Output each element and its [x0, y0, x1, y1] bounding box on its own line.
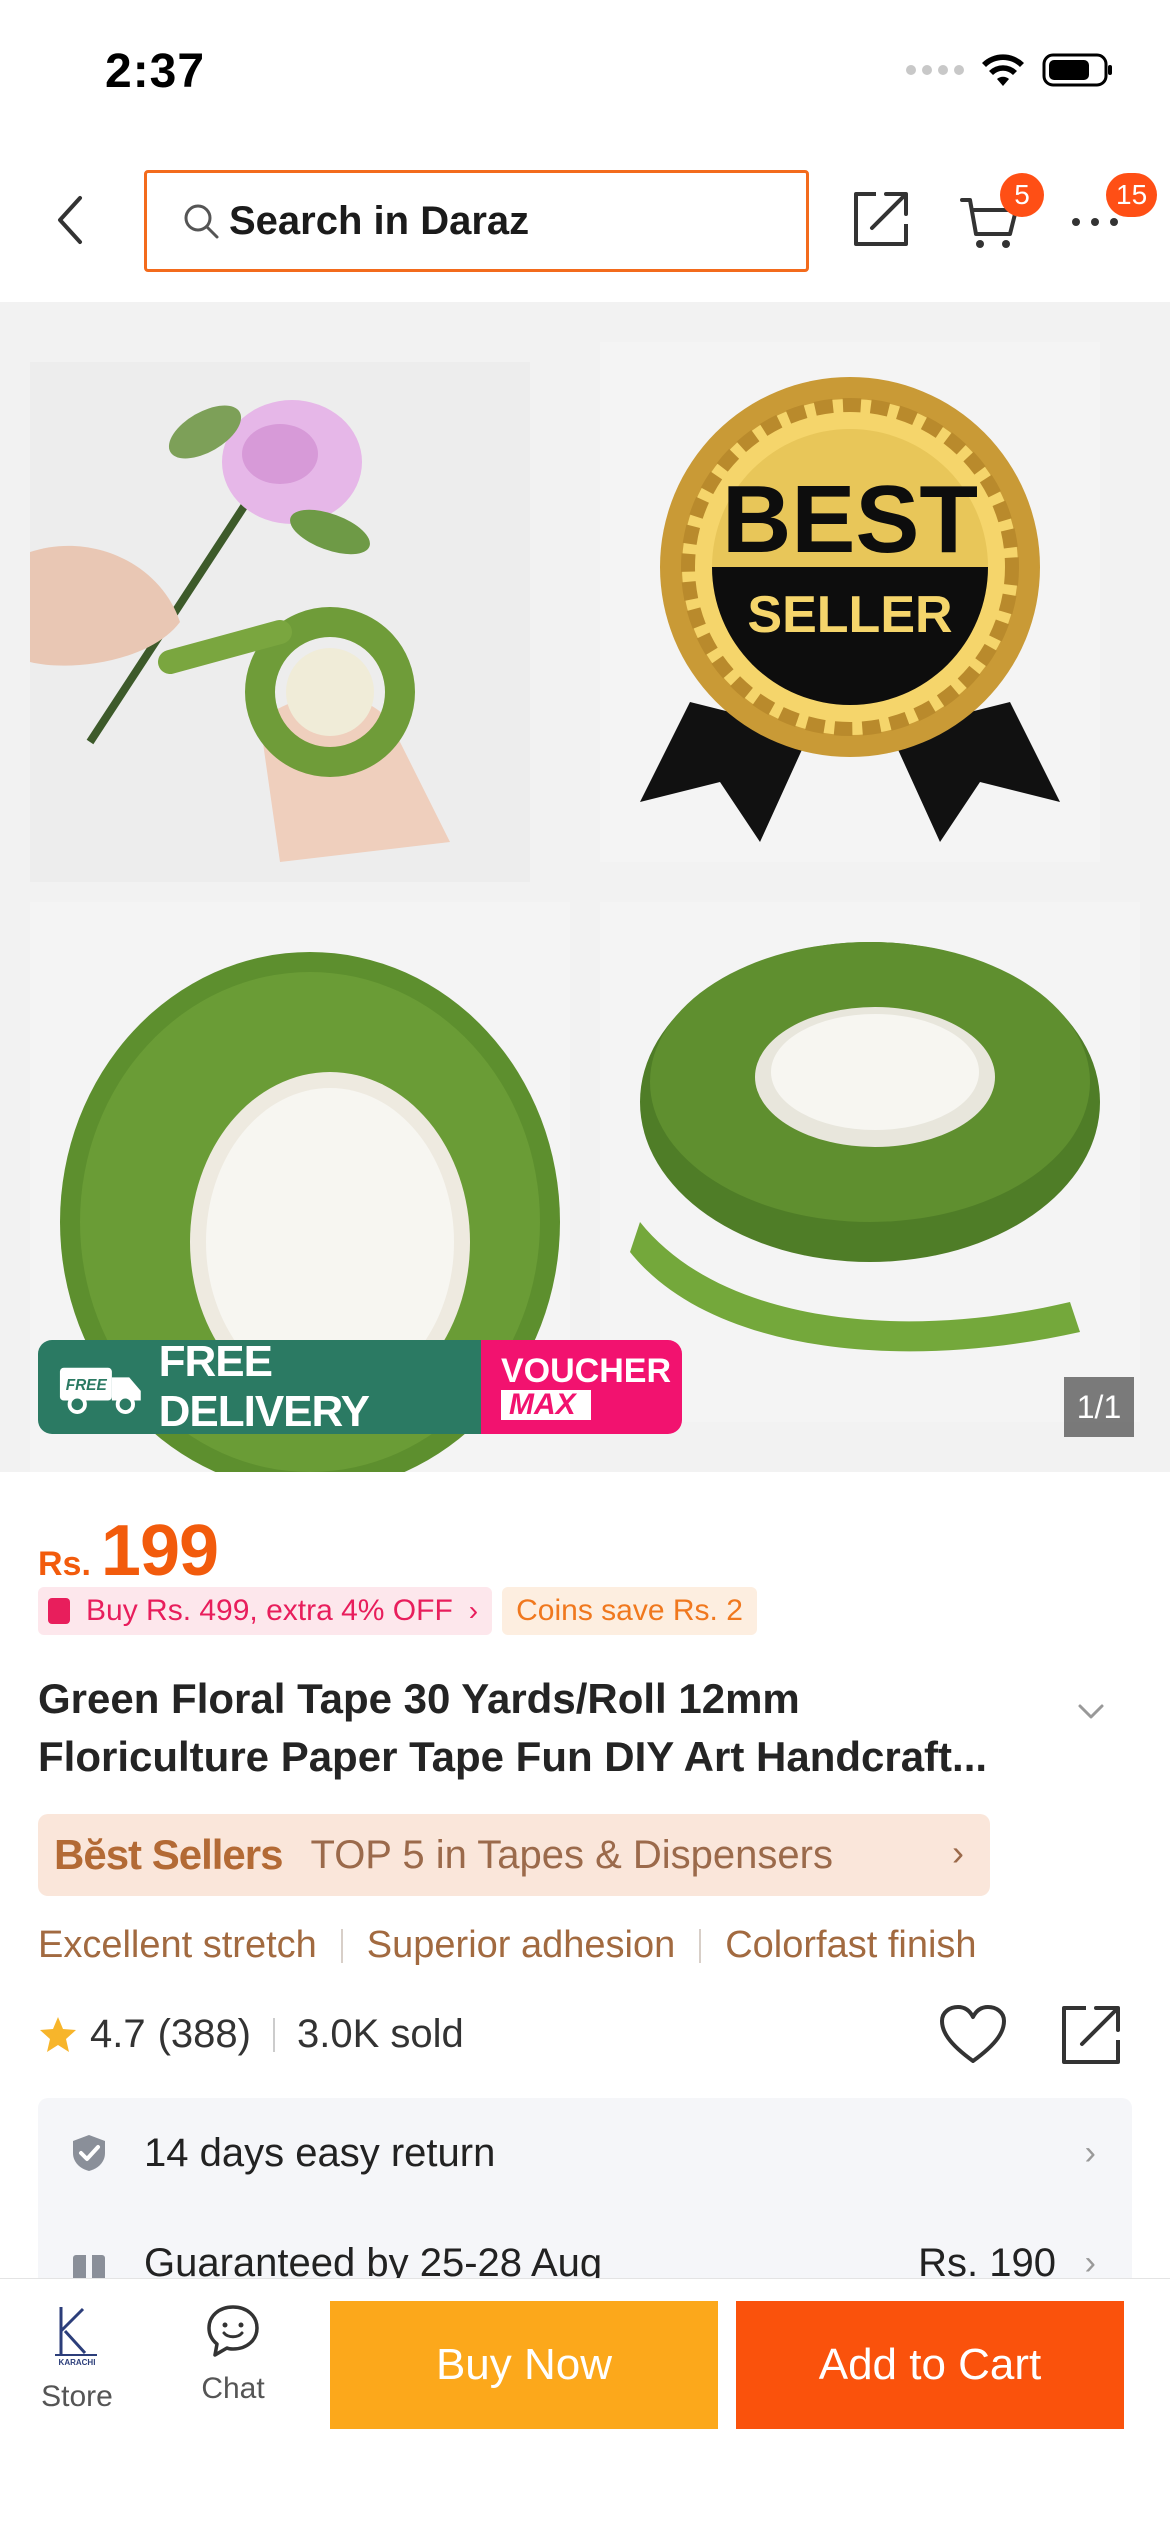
- divider: [340, 1928, 343, 1963]
- status-time: 2:37: [105, 45, 206, 98]
- more-icon[interactable]: [1070, 212, 1120, 232]
- feature-item: Excellent stretch: [38, 1924, 317, 1966]
- top-nav: Search in Daraz 5 15: [0, 150, 1170, 300]
- share-icon[interactable]: [850, 188, 912, 250]
- coins-save-text: Coins save Rs. 2: [516, 1594, 743, 1627]
- buy-now-button[interactable]: Buy Now: [330, 2301, 718, 2429]
- chevron-right-icon: ›: [1084, 2243, 1096, 2282]
- search-placeholder: Search in Daraz: [229, 198, 530, 243]
- store-logo-text: KARACHI: [59, 2358, 96, 2367]
- store-logo-icon: KARACHI: [55, 2307, 97, 2367]
- battery-icon: [1042, 53, 1112, 87]
- voucher-icon: [48, 1598, 70, 1624]
- signal-icon: [906, 65, 964, 75]
- price-value: 199: [100, 1511, 219, 1591]
- easy-return-row[interactable]: 14 days easy return ›: [38, 2098, 1132, 2208]
- notifications-badge: 15: [1106, 173, 1158, 217]
- chat-button[interactable]: Chat: [193, 2303, 273, 2406]
- price: Rs. 199: [38, 1510, 219, 1592]
- sold-count: 3.0K sold: [297, 2012, 464, 2056]
- best-sellers-rank-text: TOP 5 in Tapes & Dispensers: [310, 1832, 833, 1877]
- best-sellers-badge: Bĕst Sellers: [54, 1831, 283, 1878]
- status-icons: [906, 52, 1114, 88]
- chevron-right-icon: ›: [1084, 2133, 1096, 2172]
- voucher-max-label: VOUCHER MAX: [481, 1340, 682, 1434]
- feature-item: Superior adhesion: [366, 1924, 676, 1966]
- best-seller-badge-image: BEST SELLER: [600, 342, 1100, 862]
- extra-off-tag[interactable]: Buy Rs. 499, extra 4% OFF ›: [38, 1587, 493, 1635]
- free-delivery-text: FREE DELIVERY: [158, 1340, 370, 1434]
- feature-highlights: Excellent stretch Superior adhesion Colo…: [38, 1924, 977, 1967]
- image-counter: 1/1: [1064, 1377, 1134, 1437]
- store-label: Store: [41, 2380, 113, 2413]
- product-title-line-1: Green Floral Tape 30 Yards/Roll 12mm: [38, 1675, 800, 1722]
- chevron-right-icon: ›: [468, 1595, 479, 1626]
- voucher-text: VOUCHER: [501, 1352, 672, 1390]
- divider: [699, 1928, 702, 1963]
- chat-icon: [207, 2305, 259, 2357]
- chevron-down-icon[interactable]: [1074, 1700, 1108, 1724]
- product-title: Green Floral Tape 30 Yards/Roll 12mm Flo…: [38, 1670, 1068, 1786]
- promo-tags: Buy Rs. 499, extra 4% OFF › Coins save R…: [38, 1587, 757, 1635]
- feature-item: Colorfast finish: [725, 1924, 977, 1966]
- easy-return-text: 14 days easy return: [144, 2130, 496, 2175]
- add-to-cart-button[interactable]: Add to Cart: [736, 2301, 1124, 2429]
- search-icon: [184, 204, 219, 239]
- gift-box-icon: [73, 2249, 105, 2281]
- bottom-action-bar: KARACHI Store Chat Buy Now Add to Cart: [0, 2278, 1170, 2532]
- star-icon: [40, 2016, 76, 2052]
- voucher-max-text: MAX: [501, 1390, 591, 1420]
- product-image-gallery[interactable]: BEST SELLER FREE FREE DELIVERY VOUCHER M…: [0, 302, 1170, 1472]
- truck-free-text: FREE: [66, 1377, 108, 1394]
- best-sellers-ranking[interactable]: Bĕst Sellers TOP 5 in Tapes & Dispensers…: [38, 1814, 990, 1896]
- shield-check-icon: [73, 2135, 105, 2171]
- badge-best-text: BEST: [722, 466, 978, 573]
- rating-summary[interactable]: 4.7 (388) 3.0K sold: [38, 2012, 464, 2057]
- extra-off-text: Buy Rs. 499, extra 4% OFF: [86, 1594, 453, 1627]
- product-photo-hands-rose: [30, 362, 530, 882]
- chat-label: Chat: [201, 2372, 265, 2405]
- free-delivery-label: FREE FREE DELIVERY: [38, 1340, 481, 1434]
- review-count: (388): [157, 2012, 251, 2056]
- status-bar: 2:37: [0, 0, 1170, 150]
- divider: [273, 2017, 275, 2052]
- search-input[interactable]: Search in Daraz: [144, 170, 809, 272]
- coins-save-tag: Coins save Rs. 2: [502, 1587, 757, 1635]
- product-title-line-2: Floriculture Paper Tape Fun DIY Art Hand…: [38, 1733, 988, 1780]
- delivery-truck-icon: FREE: [59, 1367, 141, 1414]
- chevron-right-icon: ›: [952, 1832, 964, 1873]
- back-icon[interactable]: [50, 190, 90, 250]
- price-currency: Rs.: [38, 1545, 91, 1583]
- store-button[interactable]: KARACHI Store: [38, 2303, 116, 2414]
- tape-roll-angled-image: [600, 902, 1140, 1422]
- share-icon[interactable]: [1058, 2002, 1124, 2068]
- heart-icon[interactable]: [938, 2003, 1008, 2067]
- free-delivery-voucher-banner: FREE FREE DELIVERY VOUCHER MAX: [38, 1340, 682, 1434]
- badge-seller-text: SELLER: [747, 586, 952, 644]
- rating-value: 4.7: [90, 2012, 146, 2056]
- cart-count-badge: 5: [1000, 173, 1044, 217]
- wifi-icon: [982, 54, 1024, 86]
